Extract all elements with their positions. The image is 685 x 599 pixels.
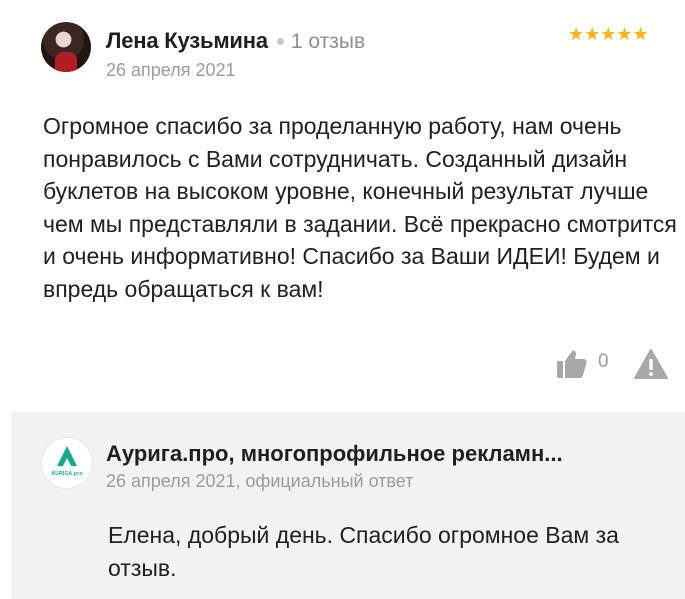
avatar-photo-detail	[55, 52, 77, 72]
logo-text: AURIGA.pro	[51, 471, 83, 477]
rating-stars: ★★★★★	[568, 24, 649, 44]
official-reply: AURIGA.pro Аурига.про, многопрофильное р…	[11, 412, 685, 599]
review-text: Огромное спасибо за проделанную работу, …	[43, 113, 677, 302]
review-date: 26 апреля 2021	[106, 60, 236, 80]
author-info: Лена Кузьмина 1 отзыв	[106, 28, 365, 54]
review-count[interactable]: 1 отзыв	[291, 30, 365, 53]
auriga-logo-icon	[57, 446, 77, 466]
warning-icon[interactable]	[634, 348, 668, 380]
like-count: 0	[598, 351, 609, 372]
author-avatar[interactable]	[41, 22, 91, 72]
company-logo[interactable]: AURIGA.pro	[41, 437, 93, 489]
reply-text: Елена, добрый день. Спасибо огромное Вам…	[108, 522, 619, 581]
thumbs-up-icon[interactable]	[556, 348, 588, 380]
separator-dot	[276, 38, 284, 46]
reply-meta: 26 апреля 2021, официальный ответ	[106, 471, 414, 491]
author-name[interactable]: Лена Кузьмина	[106, 28, 268, 53]
review-card: Лена Кузьмина 1 отзыв 26 апреля 2021 ★★★★…	[0, 0, 685, 599]
company-name[interactable]: Аурига.про, многопрофильное рекламн...	[106, 441, 563, 467]
